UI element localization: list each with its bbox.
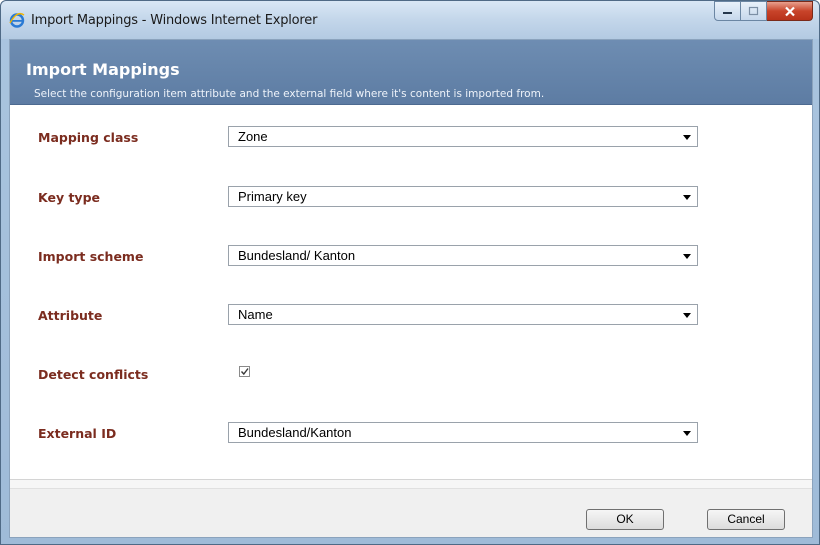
dialog-header: Import Mappings Select the configuration… bbox=[10, 40, 812, 105]
dialog-footer: OK Cancel bbox=[10, 479, 812, 537]
mapping-class-select[interactable]: Zone bbox=[228, 126, 698, 147]
external-id-value: Bundesland/Kanton bbox=[238, 425, 352, 440]
mapping-class-value: Zone bbox=[238, 129, 268, 144]
window-title: Import Mappings - Windows Internet Explo… bbox=[31, 13, 318, 28]
ok-button[interactable]: OK bbox=[586, 509, 664, 530]
checkmark-icon bbox=[240, 368, 249, 376]
maximize-icon bbox=[748, 6, 758, 16]
attribute-select[interactable]: Name bbox=[228, 304, 698, 325]
window-controls bbox=[714, 1, 813, 21]
external-id-select[interactable]: Bundesland/Kanton bbox=[228, 422, 698, 443]
key-type-select[interactable]: Primary key bbox=[228, 186, 698, 207]
attribute-value: Name bbox=[238, 307, 273, 322]
dialog-subtitle: Select the configuration item attribute … bbox=[34, 88, 545, 100]
internet-explorer-icon bbox=[9, 12, 25, 28]
title-bar[interactable]: Import Mappings - Windows Internet Explo… bbox=[1, 1, 819, 39]
close-button[interactable] bbox=[767, 1, 813, 21]
dialog-title: Import Mappings bbox=[26, 60, 180, 79]
close-icon bbox=[784, 6, 795, 16]
key-type-label: Key type bbox=[38, 190, 100, 205]
maximize-button[interactable] bbox=[741, 1, 767, 21]
import-scheme-select[interactable]: Bundesland/ Kanton bbox=[228, 245, 698, 266]
chevron-down-icon bbox=[683, 313, 691, 318]
cancel-button[interactable]: Cancel bbox=[707, 509, 785, 530]
attribute-label: Attribute bbox=[38, 308, 103, 323]
minimize-icon bbox=[722, 12, 732, 14]
detect-conflicts-checkbox[interactable] bbox=[239, 366, 250, 377]
external-id-label: External ID bbox=[38, 426, 117, 441]
chevron-down-icon bbox=[683, 431, 691, 436]
detect-conflicts-label: Detect conflicts bbox=[38, 367, 149, 382]
browser-window: Import Mappings - Windows Internet Explo… bbox=[0, 0, 820, 545]
import-scheme-value: Bundesland/ Kanton bbox=[238, 248, 356, 263]
import-scheme-label: Import scheme bbox=[38, 249, 144, 264]
chevron-down-icon bbox=[683, 135, 691, 140]
chevron-down-icon bbox=[683, 254, 691, 259]
chevron-down-icon bbox=[683, 195, 691, 200]
mapping-class-label: Mapping class bbox=[38, 130, 139, 145]
minimize-button[interactable] bbox=[714, 1, 741, 21]
footer-divider bbox=[10, 480, 812, 489]
dialog-content: Import Mappings Select the configuration… bbox=[9, 39, 813, 538]
key-type-value: Primary key bbox=[238, 189, 307, 204]
